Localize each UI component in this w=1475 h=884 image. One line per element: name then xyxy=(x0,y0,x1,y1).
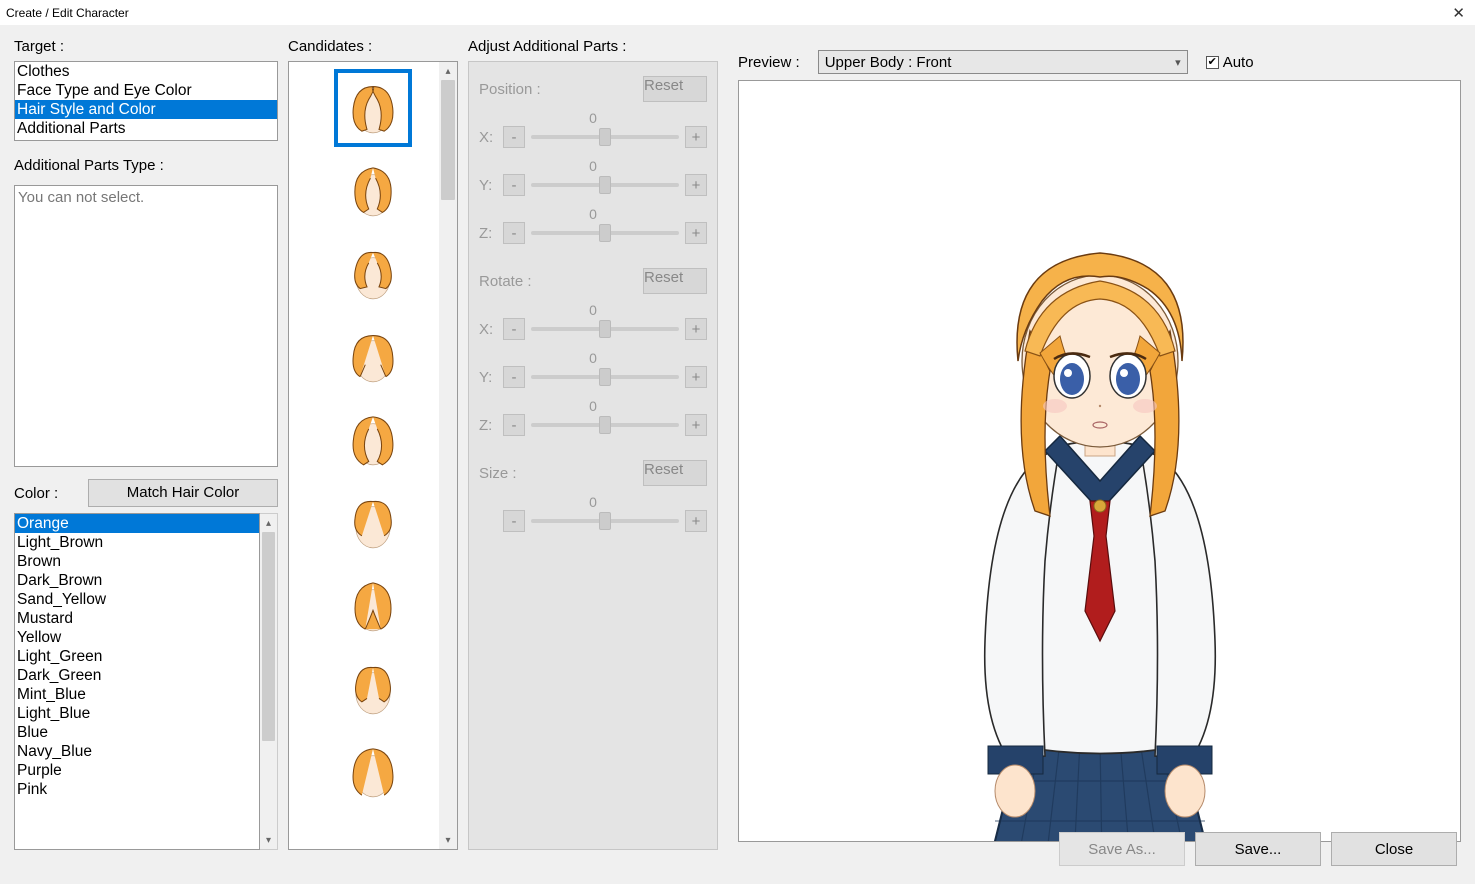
position-y-value: 0 xyxy=(479,158,707,174)
position-x-minus[interactable]: - xyxy=(503,126,525,148)
candidates-listbox[interactable]: ▴ ▾ xyxy=(288,61,458,850)
color-item[interactable]: Dark_Brown xyxy=(15,571,259,590)
rotate-z-plus[interactable]: + xyxy=(685,414,707,436)
color-item[interactable]: Yellow xyxy=(15,628,259,647)
candidate-item[interactable] xyxy=(334,567,412,645)
position-reset-button[interactable]: Reset xyxy=(643,76,707,102)
size-plus[interactable]: + xyxy=(685,510,707,532)
color-item[interactable]: Brown xyxy=(15,552,259,571)
position-y-minus[interactable]: - xyxy=(503,174,525,196)
additional-parts-type-label: Additional Parts Type : xyxy=(14,157,278,174)
rotate-x-plus[interactable]: + xyxy=(685,318,707,340)
color-item[interactable]: Light_Blue xyxy=(15,704,259,723)
color-item[interactable]: Orange xyxy=(15,514,259,533)
color-label: Color : xyxy=(14,485,58,502)
save-as-button[interactable]: Save As... xyxy=(1059,832,1185,866)
color-item[interactable]: Mustard xyxy=(15,609,259,628)
preview-select-value: Upper Body : Front xyxy=(825,54,952,71)
close-icon[interactable]: ✕ xyxy=(1452,4,1465,22)
window-title: Create / Edit Character xyxy=(6,6,129,20)
chevron-down-icon: ▾ xyxy=(1175,56,1181,69)
scroll-thumb[interactable] xyxy=(262,532,275,741)
size-reset-button[interactable]: Reset xyxy=(643,460,707,486)
target-label: Target : xyxy=(14,38,278,55)
position-z-plus[interactable]: + xyxy=(685,222,707,244)
position-x-slider[interactable] xyxy=(531,135,679,139)
save-button[interactable]: Save... xyxy=(1195,832,1321,866)
target-item[interactable]: Clothes xyxy=(15,62,277,81)
rotate-z-slider[interactable] xyxy=(531,423,679,427)
position-y-plus[interactable]: + xyxy=(685,174,707,196)
rotate-y-slider[interactable] xyxy=(531,375,679,379)
auto-checkbox[interactable]: ✔ Auto xyxy=(1206,54,1254,71)
color-item[interactable]: Blue xyxy=(15,723,259,742)
candidates-label: Candidates : xyxy=(288,38,458,55)
candidates-scrollbar[interactable]: ▴ ▾ xyxy=(439,62,457,849)
color-scrollbar[interactable]: ▴ ▾ xyxy=(260,513,278,850)
candidate-item[interactable] xyxy=(334,235,412,313)
position-z-minus[interactable]: - xyxy=(503,222,525,244)
adjust-panel: Position : Reset 0 X: - + 0 Y: - + 0 Z: … xyxy=(468,61,718,850)
position-label: Position : xyxy=(479,81,541,98)
color-item[interactable]: Purple xyxy=(15,761,259,780)
close-button[interactable]: Close xyxy=(1331,832,1457,866)
candidate-item[interactable] xyxy=(334,484,412,562)
adjust-label: Adjust Additional Parts : xyxy=(468,38,718,55)
size-minus[interactable]: - xyxy=(503,510,525,532)
rotate-reset-button[interactable]: Reset xyxy=(643,268,707,294)
candidate-item[interactable] xyxy=(334,69,412,147)
size-value: 0 xyxy=(479,494,707,510)
checkbox-icon: ✔ xyxy=(1206,56,1219,69)
character-preview xyxy=(890,181,1310,842)
candidate-item[interactable] xyxy=(334,152,412,230)
color-item[interactable]: Light_Brown xyxy=(15,533,259,552)
rotate-x-slider[interactable] xyxy=(531,327,679,331)
rotate-y-value: 0 xyxy=(479,350,707,366)
rotate-z-minus[interactable]: - xyxy=(503,414,525,436)
color-item[interactable]: Pink xyxy=(15,780,259,799)
scroll-down-icon[interactable]: ▾ xyxy=(439,831,457,849)
color-listbox[interactable]: Orange Light_Brown Brown Dark_Brown Sand… xyxy=(14,513,260,850)
scroll-up-icon[interactable]: ▴ xyxy=(260,514,277,532)
candidate-item[interactable] xyxy=(334,318,412,396)
target-item[interactable]: Hair Style and Color xyxy=(15,100,277,119)
preview-viewport[interactable] xyxy=(738,80,1461,842)
size-slider[interactable] xyxy=(531,519,679,523)
preview-select[interactable]: Upper Body : Front ▾ xyxy=(818,50,1188,74)
rotate-y-minus[interactable]: - xyxy=(503,366,525,388)
scroll-thumb[interactable] xyxy=(441,80,455,200)
target-item[interactable]: Face Type and Eye Color xyxy=(15,81,277,100)
rotate-x-value: 0 xyxy=(479,302,707,318)
color-item[interactable]: Navy_Blue xyxy=(15,742,259,761)
titlebar: Create / Edit Character ✕ xyxy=(0,0,1475,25)
color-item[interactable]: Sand_Yellow xyxy=(15,590,259,609)
rotate-y-plus[interactable]: + xyxy=(685,366,707,388)
match-hair-color-button[interactable]: Match Hair Color xyxy=(88,479,278,507)
position-x-value: 0 xyxy=(479,110,707,126)
position-z-value: 0 xyxy=(479,206,707,222)
target-item[interactable]: Additional Parts xyxy=(15,119,277,138)
candidate-item[interactable] xyxy=(334,733,412,811)
rotate-x-minus[interactable]: - xyxy=(503,318,525,340)
size-label: Size : xyxy=(479,465,517,482)
candidate-item[interactable] xyxy=(334,650,412,728)
rotate-label: Rotate : xyxy=(479,273,532,290)
scroll-down-icon[interactable]: ▾ xyxy=(260,831,277,849)
position-z-slider[interactable] xyxy=(531,231,679,235)
target-listbox[interactable]: Clothes Face Type and Eye Color Hair Sty… xyxy=(14,61,278,141)
position-y-slider[interactable] xyxy=(531,183,679,187)
color-item[interactable]: Dark_Green xyxy=(15,666,259,685)
color-item[interactable]: Mint_Blue xyxy=(15,685,259,704)
rotate-z-value: 0 xyxy=(479,398,707,414)
position-x-plus[interactable]: + xyxy=(685,126,707,148)
color-item[interactable]: Light_Green xyxy=(15,647,259,666)
candidate-item[interactable] xyxy=(334,401,412,479)
preview-label: Preview : xyxy=(738,54,800,71)
scroll-up-icon[interactable]: ▴ xyxy=(439,62,457,80)
additional-parts-type-box: You can not select. xyxy=(14,185,278,467)
